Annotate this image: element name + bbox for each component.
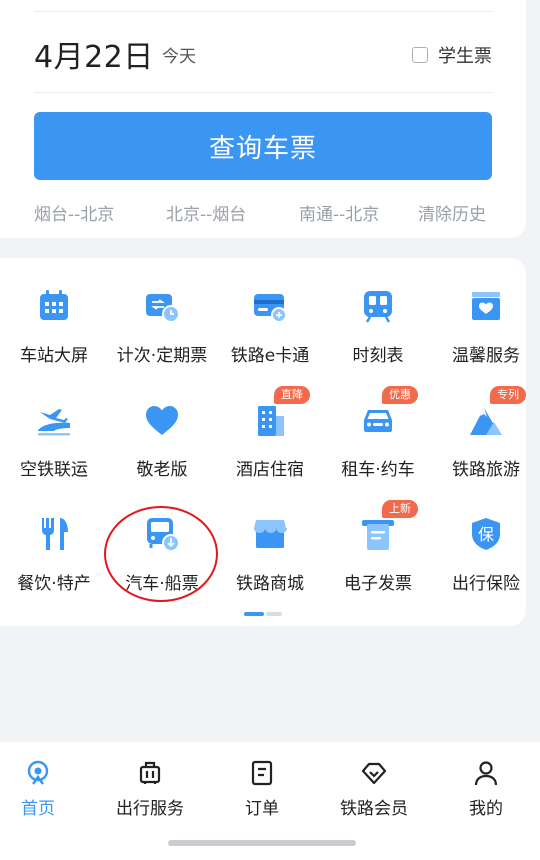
shop-icon [252,516,288,552]
service-timetable[interactable]: 时刻表 [324,258,432,368]
service-label: 租车·约车 [341,460,415,480]
user-icon [473,760,499,786]
query-tickets-button[interactable]: 查询车票 [34,112,492,180]
badge: 直降 [274,386,310,404]
fork-knife-icon [36,516,72,552]
service-air-rail[interactable]: 空铁联运 [0,372,108,482]
service-elderly-mode[interactable]: 敬老版 [108,372,216,482]
divider [34,92,492,93]
nav-profile[interactable]: 我的 [432,754,540,824]
train-front-icon [360,288,396,324]
page-dot-active [244,612,264,616]
nav-rail-member[interactable]: 铁路会员 [320,754,428,824]
history-item[interactable]: 烟台--北京 [34,200,114,225]
service-count-ticket[interactable]: 计次·定期票 [108,258,216,368]
departure-date[interactable]: 4月22日 [34,32,154,76]
service-label: 敬老版 [136,460,188,480]
service-label: 温馨服务 [452,346,520,366]
nav-label: 我的 [469,799,503,819]
history-item[interactable]: 北京--烟台 [166,200,246,225]
service-label: 车站大屏 [20,346,88,366]
home-indicator[interactable] [168,840,356,846]
invoice-icon [360,516,396,552]
badge: 专列 [490,386,526,404]
service-dining[interactable]: 餐饮·特产 [0,486,108,596]
card-icon [252,288,288,324]
order-icon [249,760,275,786]
date-row[interactable]: 4月22日 今天 学生票 [34,30,492,78]
heart-box-icon [468,288,504,324]
service-label: 计次·定期票 [116,346,208,366]
service-e-invoice[interactable]: 上新 电子发票 [324,486,432,596]
nav-home[interactable]: 首页 [0,754,92,824]
highlight-circle [104,506,218,602]
service-station-screen[interactable]: 车站大屏 [0,258,108,368]
ticket-search-card: 4月22日 今天 学生票 查询车票 烟台--北京 北京--烟台 南通--北京 清… [0,0,526,238]
service-label: 空铁联运 [20,460,88,480]
service-hotel[interactable]: 直降 酒店住宿 [216,372,324,482]
badge: 上新 [382,500,418,518]
service-label: 时刻表 [352,346,404,366]
student-ticket-label: 学生票 [438,46,492,67]
service-label: 铁路e卡通 [230,346,310,366]
car-icon [360,402,396,438]
nav-label: 订单 [245,799,279,819]
services-grid: 车站大屏 计次·定期票 铁路e卡通 时刻表 温馨服务 空铁联运 敬老版 直降 酒… [0,258,526,626]
calendar-icon [36,288,72,324]
student-ticket-toggle[interactable]: 学生票 [412,42,492,68]
page-dot [266,612,282,616]
service-label: 出行保险 [452,574,520,594]
search-history: 烟台--北京 北京--烟台 南通--北京 清除历史 [34,200,494,226]
student-ticket-checkbox[interactable] [412,47,428,63]
clear-history-button[interactable]: 清除历史 [418,200,486,225]
ticket-clock-icon [144,288,180,324]
badge: 优惠 [382,386,418,404]
service-warm-service[interactable]: 温馨服务 [432,258,540,368]
nav-label: 首页 [21,799,55,819]
service-ecard[interactable]: 铁路e卡通 [216,258,324,368]
nav-label: 铁路会员 [340,799,408,819]
heart-icon [144,402,180,438]
service-label: 铁路旅游 [452,460,520,480]
hotel-icon [252,402,288,438]
plane-train-icon [36,402,72,438]
page-indicator [244,612,282,616]
history-item[interactable]: 南通--北京 [299,200,379,225]
service-rail-mall[interactable]: 铁路商城 [216,486,324,596]
nav-orders[interactable]: 订单 [208,754,316,824]
service-label: 铁路商城 [236,574,304,594]
mountain-icon [468,402,504,438]
home-icon [25,760,51,786]
today-label: 今天 [162,47,196,67]
service-label: 酒店住宿 [236,460,304,480]
service-label: 电子发票 [344,574,412,594]
luggage-icon [137,760,163,786]
divider [34,11,492,12]
diamond-icon [361,760,387,786]
nav-travel-services[interactable]: 出行服务 [96,754,204,824]
insurance-icon: 保 [468,516,504,552]
service-label: 餐饮·特产 [17,574,91,594]
service-travel-insurance[interactable]: 保 出行保险 [432,486,540,596]
service-rail-tourism[interactable]: 专列 铁路旅游 [432,372,540,482]
nav-label: 出行服务 [116,799,184,819]
service-car-rental[interactable]: 优惠 租车·约车 [324,372,432,482]
insurance-glyph: 保 [478,525,494,544]
